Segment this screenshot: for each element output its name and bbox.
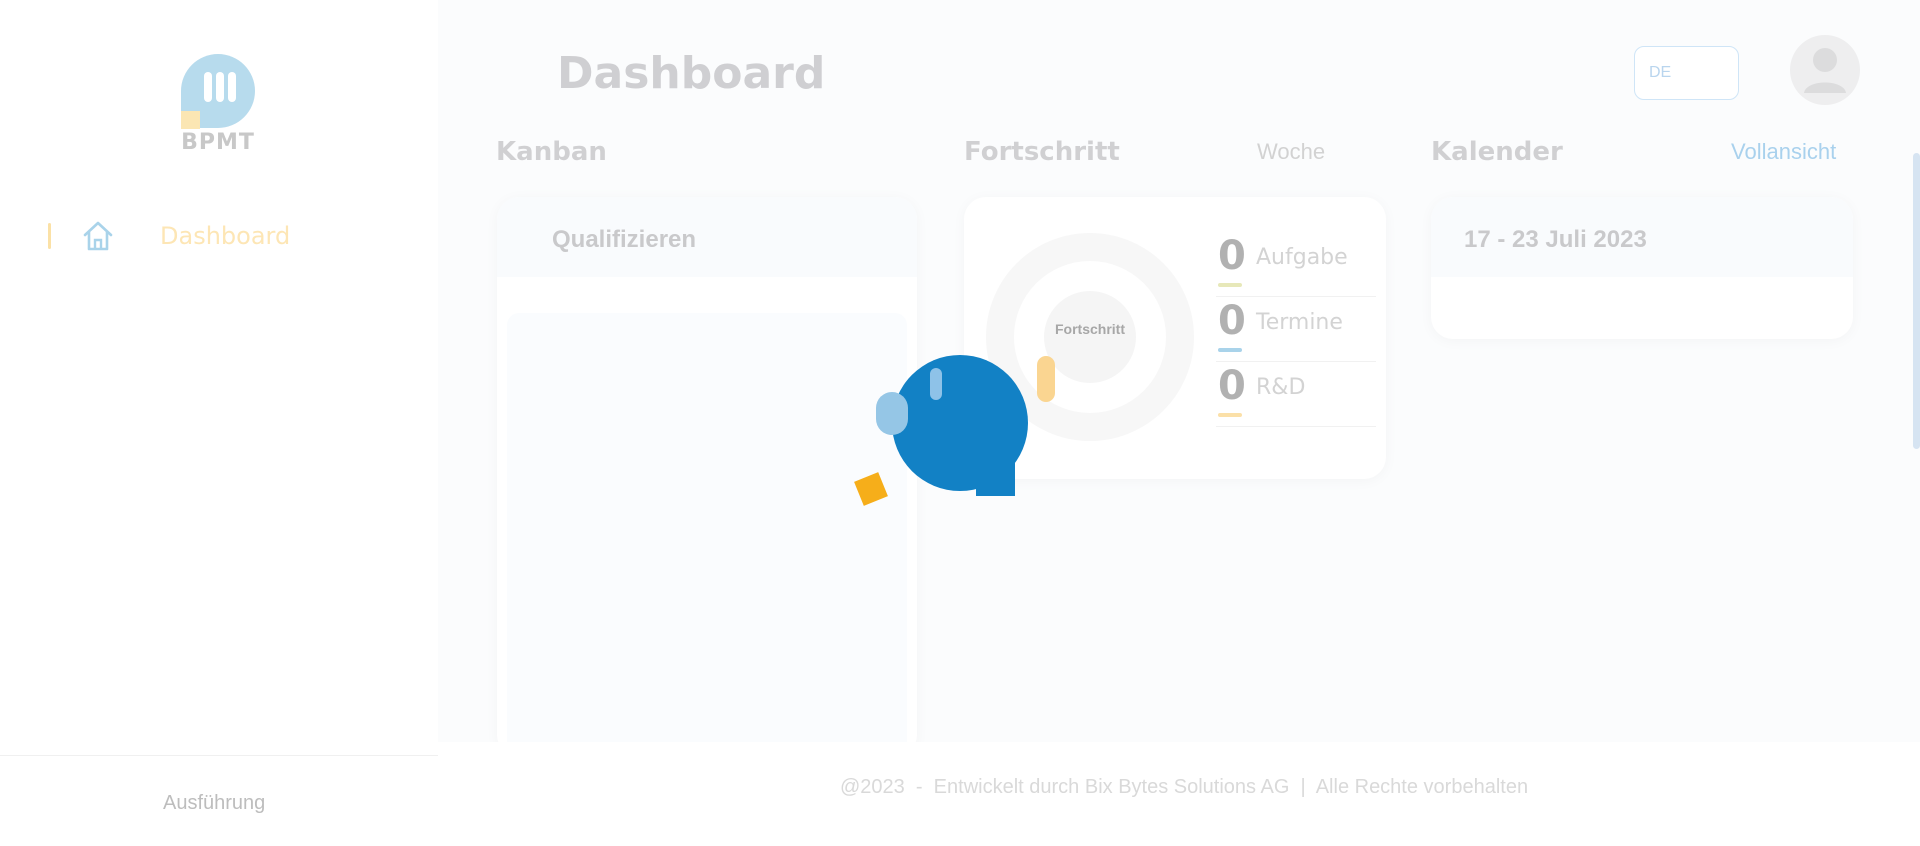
sidebar-item-label: Dashboard: [160, 222, 291, 250]
stat-label: R&D: [1256, 375, 1306, 400]
stat-tasks: 0 Aufgabe: [1216, 233, 1376, 297]
home-icon: [83, 221, 113, 251]
stat-value: 0: [1218, 298, 1246, 344]
stat-appointments: 0 Termine: [1216, 298, 1376, 362]
kanban-column-body: [507, 313, 907, 757]
loading-spinner-icon: [854, 355, 1055, 506]
logo-text: BPMT: [181, 130, 255, 155]
vertical-scrollbar[interactable]: [1913, 153, 1920, 449]
page-title: Dashboard: [557, 48, 826, 99]
stat-label: Aufgabe: [1256, 245, 1348, 270]
progress-title: Fortschritt: [964, 137, 1120, 167]
language-select[interactable]: DE: [1634, 46, 1739, 100]
app-logo[interactable]: BPMT: [178, 54, 258, 158]
stat-value: 0: [1218, 363, 1246, 409]
active-indicator: [48, 223, 51, 249]
stat-value: 0: [1218, 233, 1246, 279]
kanban-column-title: Qualifizieren: [497, 197, 917, 277]
sidebar: BPMT Dashboard Ausführung: [0, 0, 438, 846]
sidebar-item-dashboard[interactable]: Dashboard: [48, 216, 408, 256]
period-select[interactable]: Woche: [1257, 139, 1325, 165]
footer-copyright: @2023 - Entwickelt durch Bix Bytes Solut…: [840, 776, 1529, 798]
avatar[interactable]: [1790, 35, 1860, 105]
execution-label[interactable]: Ausführung: [163, 792, 265, 815]
calendar-title: Kalender: [1431, 137, 1563, 167]
stat-label: Termine: [1256, 310, 1343, 335]
full-view-link[interactable]: Vollansicht: [1731, 139, 1836, 165]
sidebar-footer: Ausführung: [0, 755, 438, 846]
calendar-date-range[interactable]: 17 - 23 Juli 2023: [1431, 197, 1853, 277]
progress-ring-label: Fortschritt: [1055, 321, 1125, 337]
kanban-title: Kanban: [496, 137, 607, 167]
stat-rnd: 0 R&D: [1216, 363, 1376, 427]
calendar-card: 17 - 23 Juli 2023: [1431, 197, 1853, 339]
user-icon: [1804, 48, 1846, 93]
page-footer: @2023 - Entwickelt durch Bix Bytes Solut…: [438, 742, 1920, 846]
